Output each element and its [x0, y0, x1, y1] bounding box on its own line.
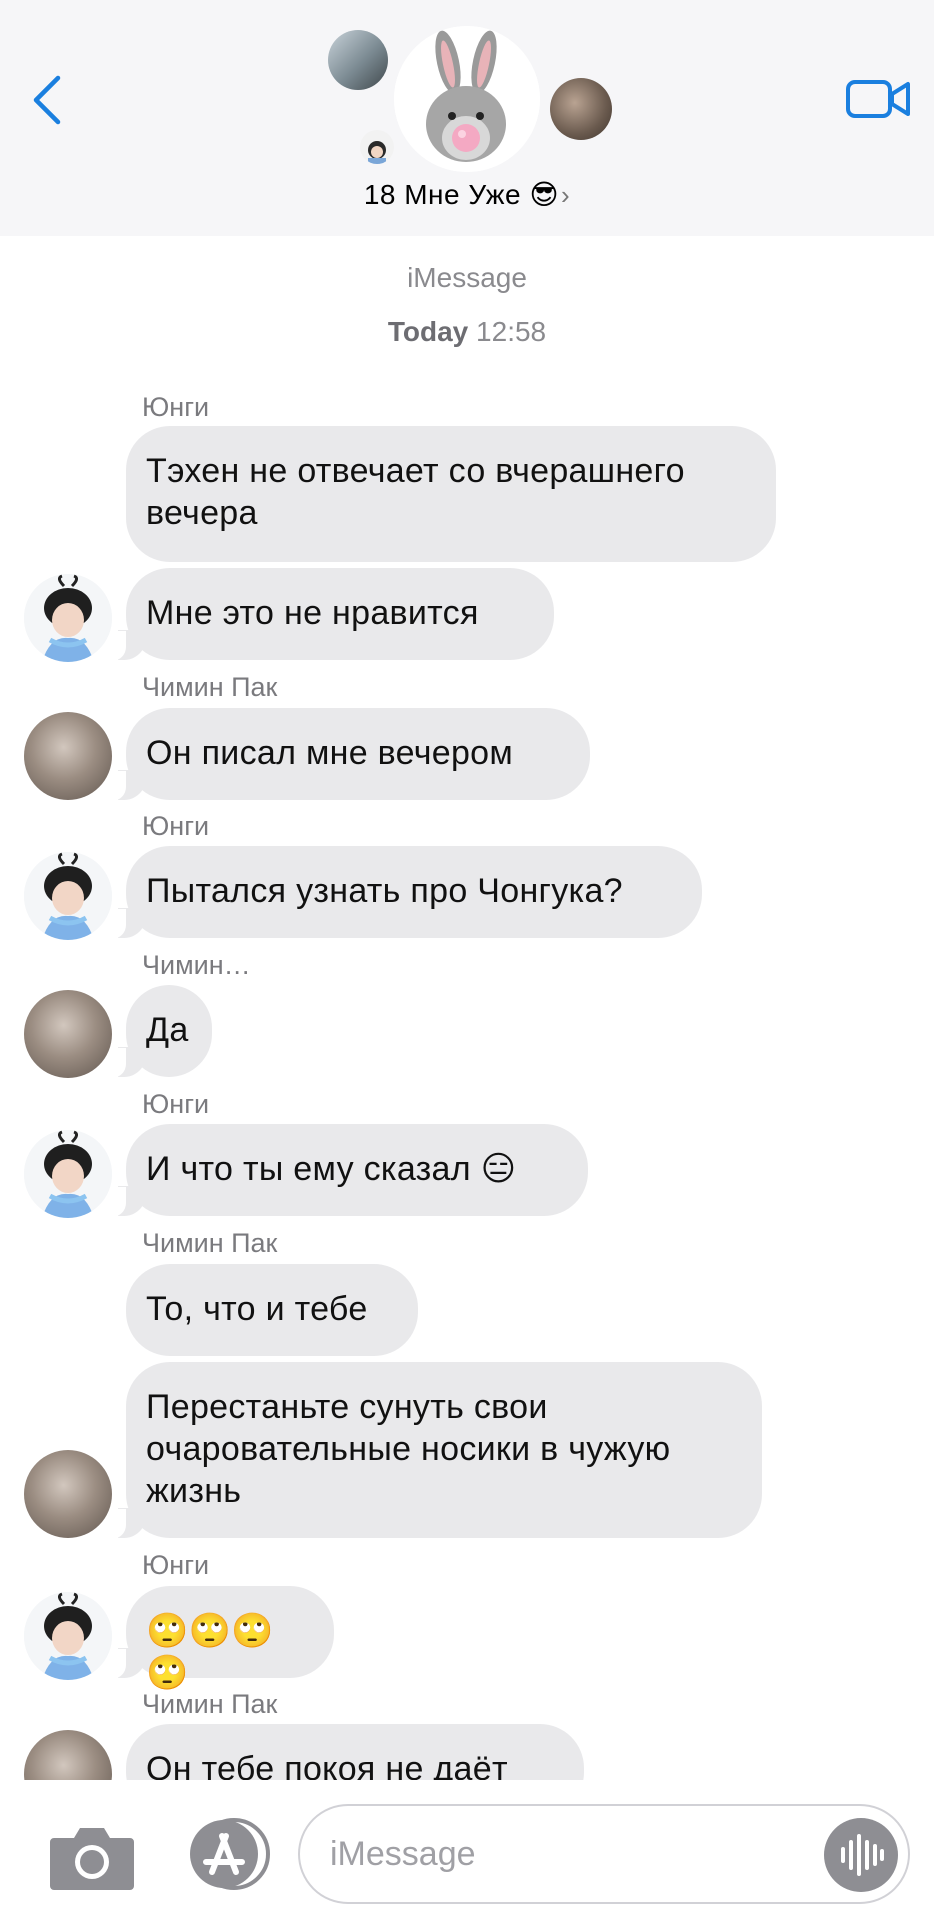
sender-name: Юнги [142, 392, 210, 422]
member-avatar [550, 78, 612, 140]
message-bubble[interactable]: То, что и тебе [126, 1264, 418, 1356]
message-line: вечера [146, 494, 258, 532]
bunny-icon [394, 26, 540, 172]
message-bubble[interactable]: И что ты ему сказал 😑 [108, 1124, 588, 1217]
message-line: 🙄🙄🙄🙄 [146, 1612, 274, 1692]
message-line: Тэхен не отвечает со вчерашнего [146, 452, 685, 490]
message-bubble[interactable]: Перестаньте сунуть свои очаровательные н… [108, 1362, 762, 1539]
camera-icon[interactable] [48, 1822, 136, 1892]
audio-message-button[interactable] [824, 1818, 898, 1892]
avatar-yoongi[interactable] [24, 1130, 112, 1218]
chevron-left-icon[interactable] [28, 72, 68, 128]
message-line: Мне это не нравится [146, 594, 479, 632]
member-avatar [328, 30, 388, 90]
sender-name: Юнги [142, 1089, 210, 1119]
avatar-jimin[interactable] [24, 1450, 112, 1538]
message-line: очаровательные носики в чужую [146, 1430, 671, 1468]
avatar-yoongi[interactable] [24, 574, 112, 662]
service-label: iMessage [407, 262, 527, 293]
sender-name: Чимин… [142, 950, 251, 980]
timestamp-time: 12:58 [476, 316, 547, 347]
message-line: Да [146, 1011, 189, 1049]
message-bubble[interactable]: Пытался узнать про Чонгука? [108, 846, 702, 939]
message-line: Перестаньте сунуть свои [146, 1388, 548, 1426]
audio-waveform-icon [841, 1834, 884, 1876]
avatar-jimin[interactable] [24, 712, 112, 800]
message-bubble[interactable]: Тэхен не отвечает со вчерашнего вечера [126, 426, 776, 562]
message-line: То, что и тебе [146, 1290, 368, 1328]
message-bubble[interactable]: 🙄🙄🙄🙄 [108, 1586, 334, 1692]
message-line: жизнь [146, 1472, 242, 1510]
avatar-yoongi[interactable] [24, 1592, 112, 1680]
message-line: Он писал мне вечером [146, 734, 514, 772]
sender-name: Чимин Пак [142, 1689, 278, 1719]
sender-name: Юнги [142, 811, 210, 841]
sender-name: Чимин Пак [142, 672, 278, 702]
avatar-yoongi[interactable] [24, 852, 112, 940]
chevron-right-icon: › [561, 180, 571, 210]
message-input[interactable] [330, 1806, 810, 1902]
sender-name: Чимин Пак [142, 1228, 278, 1258]
group-name-label: 18 Мне Уже 😎 [363, 179, 560, 210]
group-avatar[interactable] [394, 26, 540, 172]
message-line: И что ты ему сказал 😑 [146, 1150, 517, 1188]
message-field[interactable] [298, 1804, 910, 1904]
member-avatar [360, 130, 394, 164]
group-name[interactable]: 18 Мне Уже 😎› [0, 178, 934, 211]
sender-name: Юнги [142, 1550, 210, 1580]
timestamp-day: Today [387, 316, 469, 347]
avatar-jimin[interactable] [24, 990, 112, 1078]
conversation-header: 18 Мне Уже 😎› [0, 0, 934, 236]
message-line: Пытался узнать про Чонгука? [146, 872, 623, 910]
video-camera-icon[interactable] [846, 78, 910, 120]
message-bubble[interactable]: Он писал мне вечером [108, 708, 590, 801]
message-bubble[interactable]: Да [108, 985, 212, 1078]
app-store-icon[interactable] [182, 1816, 278, 1892]
composer-bar [0, 1780, 934, 1920]
message-bubble[interactable]: Мне это не нравится [108, 568, 554, 661]
timestamp: Today 12:58 [0, 316, 934, 348]
